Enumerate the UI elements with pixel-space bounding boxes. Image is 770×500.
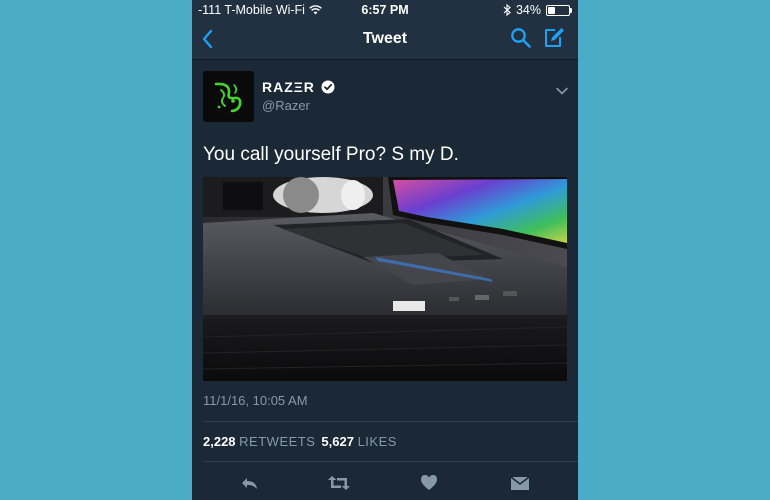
heart-icon xyxy=(421,475,437,490)
divider xyxy=(203,461,578,462)
reply-button[interactable] xyxy=(240,474,260,497)
status-right: 34% xyxy=(503,3,572,17)
likes-count: 5,627 xyxy=(321,434,354,449)
verified-badge-icon xyxy=(321,80,335,94)
display-name[interactable]: RAZΞR xyxy=(262,79,335,95)
envelope-icon xyxy=(510,476,530,490)
avatar[interactable] xyxy=(203,71,254,122)
search-icon xyxy=(511,28,531,48)
direct-message-button[interactable] xyxy=(510,474,530,497)
retweet-button[interactable] xyxy=(327,474,351,497)
tweet-stats: 2,228 RETWEETS 5,627 LIKES xyxy=(203,434,397,449)
razer-logo-icon xyxy=(203,71,254,122)
display-name-text: RAZΞR xyxy=(262,79,315,95)
tweet-image[interactable] xyxy=(203,177,567,381)
battery-percent: 34% xyxy=(515,3,541,17)
retweet-icon xyxy=(328,476,350,490)
tweet-timestamp: 11/1/16, 10:05 AM xyxy=(203,393,308,408)
tweet-options-button[interactable] xyxy=(556,82,568,100)
tweet-text: You call yourself Pro? S my D. xyxy=(203,144,459,165)
likes-stat[interactable]: 5,627 LIKES xyxy=(321,434,397,449)
tweet-actions xyxy=(192,468,578,498)
search-button[interactable] xyxy=(510,27,532,54)
like-button[interactable] xyxy=(420,474,438,496)
status-bar: -111 T-Mobile Wi-Fi 6:57 PM 34% xyxy=(192,0,578,20)
compose-button[interactable] xyxy=(542,26,566,55)
battery-icon xyxy=(546,4,572,16)
bluetooth-icon xyxy=(503,4,511,16)
divider xyxy=(203,421,578,422)
reply-icon xyxy=(242,478,257,489)
chevron-down-icon xyxy=(556,87,568,95)
laptop-photo xyxy=(203,177,567,381)
compose-icon xyxy=(545,28,564,47)
user-info: RAZΞR @Razer xyxy=(262,79,335,113)
retweets-stat[interactable]: 2,228 RETWEETS xyxy=(203,434,315,449)
phone-screen: -111 T-Mobile Wi-Fi 6:57 PM 34% Tweet RA… xyxy=(192,0,578,500)
battery-fill xyxy=(548,6,556,14)
nav-bar: Tweet xyxy=(192,20,578,60)
retweets-label: RETWEETS xyxy=(239,434,316,449)
user-handle: @Razer xyxy=(262,98,310,113)
likes-label: LIKES xyxy=(357,434,397,449)
retweets-count: 2,228 xyxy=(203,434,236,449)
